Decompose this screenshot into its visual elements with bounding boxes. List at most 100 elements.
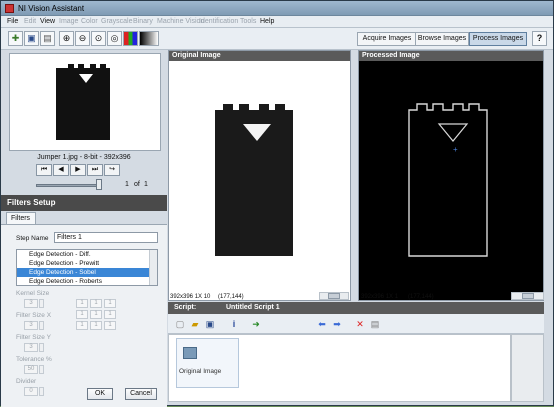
menu-machine-vision[interactable]: Machine Vision bbox=[157, 18, 204, 25]
script-area[interactable]: Original Image bbox=[168, 334, 511, 402]
kernel-cell[interactable]: 1 bbox=[104, 299, 116, 308]
open-script-icon[interactable]: ▰ bbox=[189, 318, 201, 330]
menu-help[interactable]: Help bbox=[260, 18, 274, 25]
zoom-fit-icon[interactable]: ⊙ bbox=[91, 31, 106, 46]
menu-binary[interactable]: Binary bbox=[133, 18, 153, 25]
filter-list-scrollbar[interactable] bbox=[149, 250, 157, 285]
tolerance-spinner[interactable] bbox=[39, 365, 44, 374]
filters-setup-body: Step Name Filters 1 Edge Detection - Dif… bbox=[1, 224, 167, 407]
loop-button[interactable]: ↪ bbox=[104, 164, 120, 176]
step-name-field[interactable]: Filters 1 bbox=[54, 232, 158, 243]
processed-status-dims: 392x396 1X 1 bbox=[361, 294, 399, 300]
filter-size-y-field[interactable]: 3 bbox=[24, 343, 38, 352]
menu-identification[interactable]: Identification bbox=[199, 18, 238, 25]
kernel-cell[interactable]: 1 bbox=[90, 321, 102, 330]
original-image-panel[interactable]: Original Image bbox=[168, 50, 351, 301]
original-status-dims: 392x396 1X 10 bbox=[170, 294, 211, 300]
divider-spinner[interactable] bbox=[39, 387, 44, 396]
script-step-original-image[interactable]: Original Image bbox=[176, 338, 239, 388]
image-step-icon bbox=[183, 347, 197, 359]
list-item[interactable]: Edge Detection - Prewitt bbox=[17, 259, 157, 268]
tab-browse-images[interactable]: Browse Images bbox=[415, 32, 469, 46]
filter-size-y-spinner[interactable] bbox=[39, 343, 44, 352]
tab-acquire-images[interactable]: Acquire Images bbox=[357, 32, 417, 46]
kernel-cell[interactable]: 1 bbox=[76, 321, 88, 330]
move-right-icon[interactable]: ➡ bbox=[331, 318, 343, 330]
cancel-button[interactable]: Cancel bbox=[125, 388, 157, 400]
save-icon[interactable]: ▣ bbox=[24, 31, 39, 46]
original-hscrollbar[interactable] bbox=[319, 292, 349, 300]
prev-frame-button[interactable]: ◀ bbox=[53, 164, 69, 176]
kernel-cell[interactable]: 1 bbox=[104, 310, 116, 319]
thumbnail-caption: Jumper 1.jpg - 8-bit - 392x396 bbox=[37, 154, 131, 161]
menu-image[interactable]: Image bbox=[59, 18, 78, 25]
script-label: Script: bbox=[174, 304, 197, 311]
frame-slider[interactable] bbox=[36, 184, 102, 187]
processed-hscrollbar[interactable] bbox=[511, 292, 544, 300]
processed-hscroll-thumb[interactable] bbox=[522, 293, 534, 299]
original-image-canvas[interactable] bbox=[169, 62, 350, 290]
menu-tools[interactable]: Tools bbox=[240, 18, 256, 25]
menu-grayscale[interactable]: Grayscale bbox=[101, 18, 133, 25]
kernel-size-spinner[interactable] bbox=[39, 299, 44, 308]
kernel-cell[interactable]: 1 bbox=[76, 310, 88, 319]
divider-field[interactable]: 0 bbox=[24, 387, 38, 396]
open-image-icon[interactable]: ✚ bbox=[8, 31, 23, 46]
last-frame-button[interactable]: ⏭ bbox=[87, 164, 103, 176]
next-frame-button[interactable]: ▶ bbox=[70, 164, 86, 176]
grayscale-palette-icon[interactable] bbox=[139, 31, 159, 46]
list-item[interactable]: Edge Detection - Diff. bbox=[17, 250, 157, 259]
image-thumbnail[interactable] bbox=[9, 53, 161, 151]
processed-image-canvas[interactable]: + bbox=[359, 62, 543, 290]
filter-size-y-label: Filter Size Y bbox=[16, 334, 51, 341]
zoom-in-icon[interactable]: ⊕ bbox=[59, 31, 74, 46]
frame-total: 1 bbox=[144, 181, 148, 188]
left-pane: Jumper 1.jpg - 8-bit - 392x396 ⏮ ◀ ▶ ⏭ ↪… bbox=[1, 50, 167, 407]
processed-image-header: Processed Image bbox=[359, 51, 543, 61]
color-palette-icon[interactable] bbox=[123, 31, 138, 46]
list-item-selected[interactable]: Edge Detection - Sobel bbox=[17, 268, 157, 277]
filter-size-x-spinner[interactable] bbox=[39, 321, 44, 330]
zoom-1to1-icon[interactable]: ◎ bbox=[107, 31, 122, 46]
menu-view[interactable]: View bbox=[40, 18, 55, 25]
title-bar[interactable]: NI Vision Assistant bbox=[1, 1, 553, 16]
window-title: NI Vision Assistant bbox=[18, 4, 85, 13]
kernel-cell[interactable]: 1 bbox=[104, 321, 116, 330]
script-title: Untitled Script 1 bbox=[226, 304, 280, 311]
save-script-icon[interactable]: ▣ bbox=[204, 318, 216, 330]
menu-color[interactable]: Color bbox=[81, 18, 98, 25]
original-hscroll-thumb[interactable] bbox=[328, 293, 340, 299]
info-icon[interactable]: i bbox=[228, 318, 240, 330]
kernel-cell[interactable]: 1 bbox=[76, 299, 88, 308]
list-item[interactable]: Edge Detection - Roberts bbox=[17, 277, 157, 285]
image-info-icon[interactable]: ▤ bbox=[40, 31, 55, 46]
script-toolbar: ▢ ▰ ▣ i ➜ ⬅ ➡ ✕ ▤ bbox=[168, 314, 544, 334]
step-name-label: Step Name bbox=[16, 235, 49, 242]
processed-image-panel[interactable]: Processed Image + bbox=[358, 50, 544, 301]
tab-filters[interactable]: Filters bbox=[6, 212, 36, 224]
thumbnail-jumper-icon bbox=[56, 64, 110, 140]
tab-process-images[interactable]: Process Images bbox=[469, 32, 527, 46]
ok-button[interactable]: OK bbox=[87, 388, 113, 400]
kernel-size-label: Kernel Size bbox=[16, 290, 50, 297]
tolerance-field[interactable]: 50 bbox=[24, 365, 38, 374]
filter-size-x-label: Filter Size X bbox=[16, 312, 52, 319]
move-left-icon[interactable]: ⬅ bbox=[316, 318, 328, 330]
frame-slider-thumb[interactable] bbox=[96, 179, 102, 190]
first-frame-button[interactable]: ⏮ bbox=[36, 164, 52, 176]
kernel-size-field[interactable]: 3 bbox=[24, 299, 38, 308]
filters-setup-header: Filters Setup bbox=[1, 195, 167, 211]
filter-list[interactable]: Edge Detection - Diff. Edge Detection - … bbox=[16, 249, 158, 286]
menu-edit[interactable]: Edit bbox=[24, 18, 36, 25]
frame-of-label: of bbox=[134, 181, 140, 188]
kernel-cell[interactable]: 1 bbox=[90, 310, 102, 319]
zoom-out-icon[interactable]: ⊖ bbox=[75, 31, 90, 46]
menu-file[interactable]: File bbox=[7, 18, 18, 25]
new-script-icon[interactable]: ▢ bbox=[174, 318, 186, 330]
delete-step-icon[interactable]: ✕ bbox=[354, 318, 366, 330]
properties-icon[interactable]: ▤ bbox=[369, 318, 381, 330]
help-icon[interactable]: ? bbox=[532, 31, 547, 46]
filter-size-x-field[interactable]: 3 bbox=[24, 321, 38, 330]
run-script-icon[interactable]: ➜ bbox=[250, 318, 262, 330]
kernel-cell[interactable]: 1 bbox=[90, 299, 102, 308]
